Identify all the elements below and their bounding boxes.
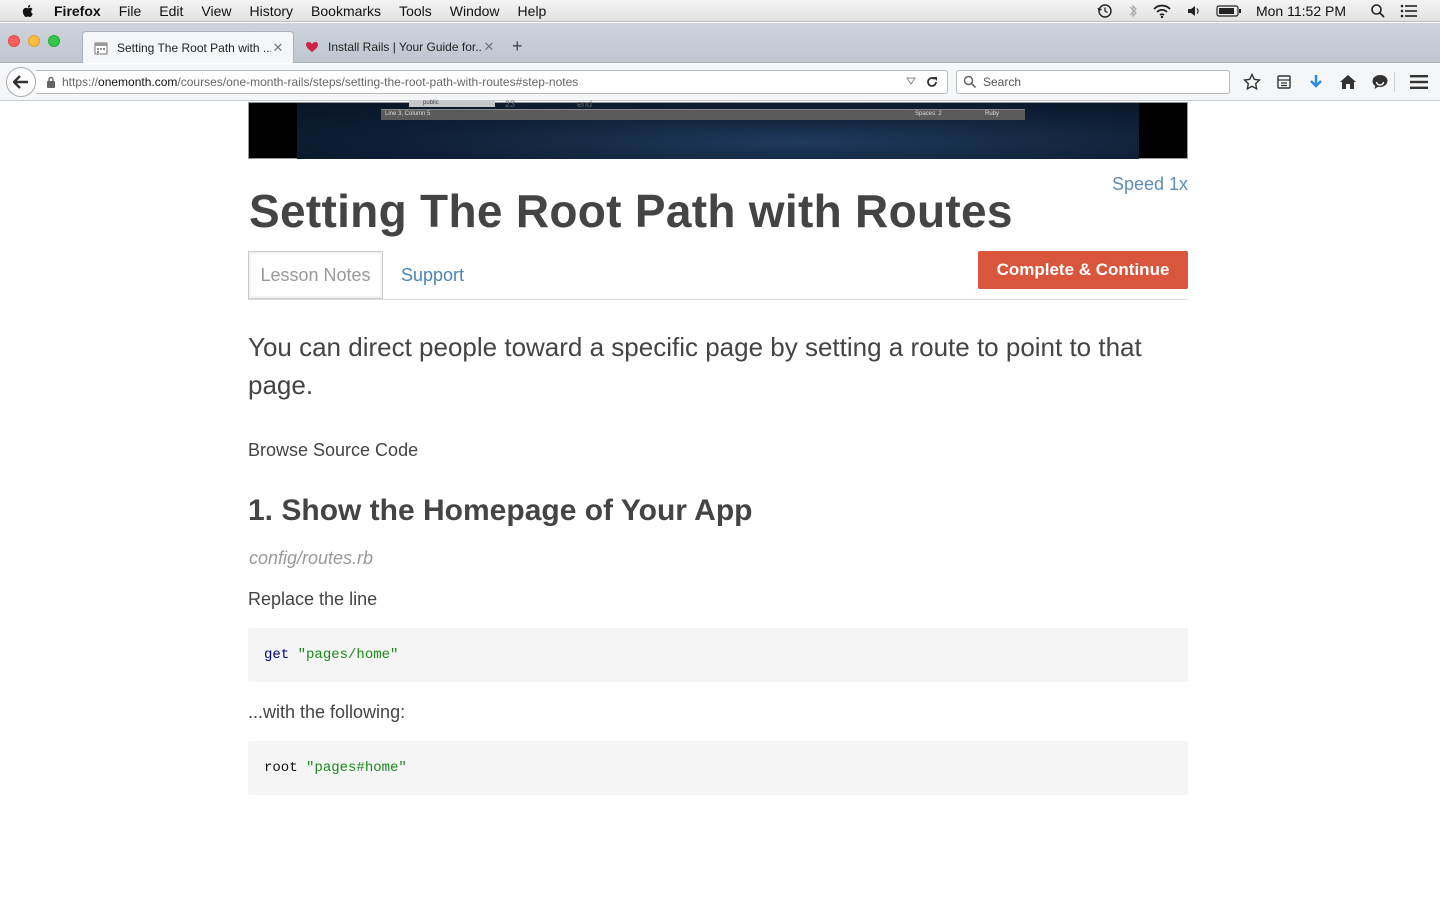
padlock-icon[interactable] <box>46 76 56 88</box>
browser-tab-inactive[interactable]: Install Rails | Your Guide for... ✕ <box>294 31 504 63</box>
browser-tab-strip: Setting The Root Path with ... ✕ Install… <box>0 23 1440 63</box>
editor-line-number: 23 <box>505 99 516 109</box>
toolbar-icons <box>1236 72 1396 92</box>
editor-status-bar: Line 3, Column 5 Spaces: 2 Ruby <box>381 109 1025 120</box>
bookmark-star-icon[interactable] <box>1236 72 1268 92</box>
lesson-tabs: Lesson Notes Support Complete & Continue <box>248 251 1188 300</box>
rails-favicon-icon <box>304 39 320 55</box>
lesson-lead-paragraph: You can direct people toward a specific … <box>248 332 1142 400</box>
home-icon[interactable] <box>1332 72 1364 92</box>
editor-status-spaces: Spaces: 2 <box>915 111 942 117</box>
complete-and-continue-button[interactable]: Complete & Continue <box>978 251 1188 289</box>
wifi-icon[interactable] <box>1152 3 1172 19</box>
search-bar[interactable]: Search <box>956 70 1230 94</box>
browser-tab-active[interactable]: Setting The Root Path with ... ✕ <box>82 31 294 63</box>
following-text: ...with the following: <box>248 702 406 722</box>
file-path-label: config/routes.rb <box>249 548 374 568</box>
search-placeholder: Search <box>983 75 1022 89</box>
browser-navbar: https://onemonth.com/courses/one-month-r… <box>0 64 1440 101</box>
notification-center-icon[interactable] <box>1400 4 1418 18</box>
menu-file[interactable]: File <box>119 3 142 19</box>
editor-status-language: Ruby <box>985 111 1000 117</box>
editor-tab: public <box>409 100 495 107</box>
menu-edit[interactable]: Edit <box>159 3 183 19</box>
tab-support[interactable]: Support <box>401 265 464 286</box>
menubar-status-area: Mon 11:52 PM <box>1096 0 1440 22</box>
reading-list-icon[interactable] <box>1268 72 1300 92</box>
back-button[interactable] <box>6 67 36 97</box>
tab-lesson-notes[interactable]: Lesson Notes <box>248 251 383 299</box>
apple-menu-icon[interactable] <box>20 3 36 19</box>
menubar-clock[interactable]: Mon 11:52 PM <box>1256 3 1346 19</box>
address-bar[interactable]: https://onemonth.com/courses/one-month-r… <box>36 70 948 94</box>
web-page: public 23 end Line 3, Column 5 Spaces: 2… <box>0 99 1440 900</box>
menu-bookmarks[interactable]: Bookmarks <box>311 3 381 19</box>
url-domain: onemonth.com <box>98 75 178 89</box>
downloads-arrow-icon[interactable] <box>1300 72 1332 92</box>
spotlight-search-icon[interactable] <box>1370 3 1386 19</box>
search-icon <box>963 75 977 89</box>
url-history-dropdown-icon[interactable] <box>905 75 917 90</box>
menu-tools[interactable]: Tools <box>399 3 432 19</box>
battery-icon[interactable] <box>1216 4 1242 18</box>
editor-code-keyword: end <box>577 99 593 109</box>
url-scheme: https:// <box>62 75 99 89</box>
menu-history[interactable]: History <box>249 3 293 19</box>
video-player[interactable]: public 23 end Line 3, Column 5 Spaces: 2… <box>248 99 1188 159</box>
code-block-replacement: root "pages#home" <box>248 741 1188 795</box>
url-text[interactable]: https://onemonth.com/courses/one-month-r… <box>62 75 578 89</box>
bluetooth-icon[interactable] <box>1128 3 1138 19</box>
close-window-button[interactable] <box>8 35 20 47</box>
volume-icon[interactable] <box>1186 3 1202 19</box>
code-keyword: get <box>264 647 298 663</box>
code-keyword: root <box>264 760 307 776</box>
menu-view[interactable]: View <box>201 3 231 19</box>
code-string: "pages/home" <box>297 647 399 663</box>
hello-chat-icon[interactable] <box>1364 72 1396 92</box>
editor-tab-label: public <box>423 100 439 106</box>
menu-window[interactable]: Window <box>450 3 500 19</box>
tab-title: Setting The Root Path with ... <box>117 40 271 55</box>
close-tab-icon[interactable]: ✕ <box>482 39 496 55</box>
zoom-window-button[interactable] <box>48 35 60 47</box>
time-machine-icon[interactable] <box>1096 3 1114 19</box>
replace-line-text: Replace the line <box>248 589 378 609</box>
macos-menubar: Firefox File Edit View History Bookmarks… <box>0 0 1440 22</box>
browse-source-code-link[interactable]: Browse Source Code <box>248 440 418 461</box>
url-path: /courses/one-month-rails/steps/setting-t… <box>177 75 579 89</box>
toolbar-separator <box>1394 72 1395 92</box>
menu-app-name[interactable]: Firefox <box>54 3 101 19</box>
playback-speed-link[interactable]: Speed 1x <box>1112 174 1188 195</box>
code-string: "pages#home" <box>306 760 407 776</box>
calendar-favicon-icon <box>93 40 109 56</box>
menu-help[interactable]: Help <box>518 3 547 19</box>
back-arrow-icon <box>13 75 28 89</box>
section-heading: 1. Show the Homepage of Your App <box>248 494 753 527</box>
minimize-window-button[interactable] <box>28 35 40 47</box>
video-frame: public 23 end Line 3, Column 5 Spaces: 2… <box>297 99 1139 159</box>
window-controls <box>8 35 68 47</box>
lesson-title: Setting The Root Path with Routes <box>249 185 1013 237</box>
new-tab-plus-icon[interactable]: + <box>512 36 523 57</box>
editor-status-position: Line 3, Column 5 <box>385 111 431 117</box>
hamburger-menu-icon[interactable] <box>1408 72 1430 92</box>
close-tab-icon[interactable]: ✕ <box>271 40 285 56</box>
code-block-original: get "pages/home" <box>248 628 1188 682</box>
tab-title: Install Rails | Your Guide for... <box>328 40 482 54</box>
reload-icon[interactable] <box>925 75 939 92</box>
